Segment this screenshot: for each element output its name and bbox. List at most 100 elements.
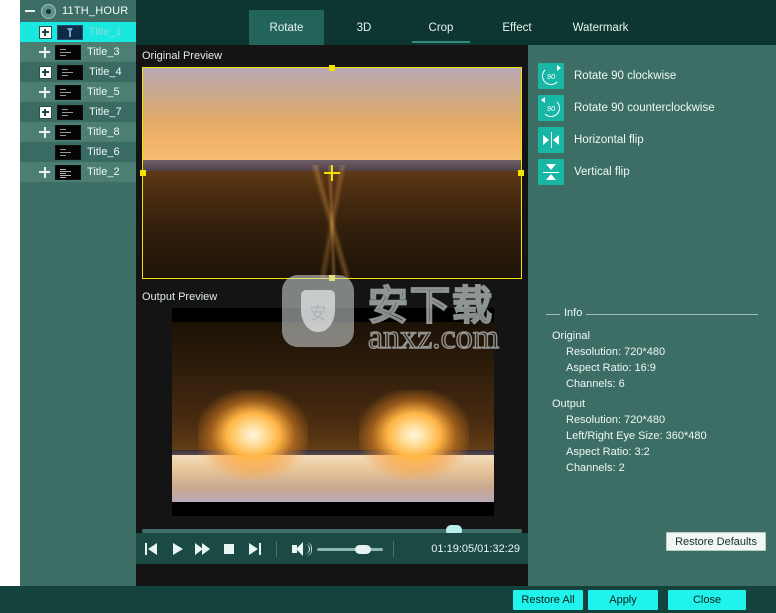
tree-item-title_1[interactable]: Title_1 [20, 22, 136, 42]
flip-axis [543, 171, 559, 173]
skip-next-icon [249, 542, 258, 555]
apply-button[interactable]: Apply [588, 590, 658, 610]
info-legend: Info [546, 307, 758, 322]
tab-crop[interactable]: Crop [400, 10, 482, 45]
rotate-action-rotate-90-counterclockwise[interactable]: 90 Rotate 90 counterclockwise [538, 95, 715, 121]
volume-track[interactable] [317, 547, 383, 551]
expand-plus-icon[interactable] [39, 126, 50, 138]
expander-placeholder [39, 147, 50, 158]
rotate-action-label: Horizontal flip [574, 134, 644, 146]
stop-button[interactable] [218, 538, 240, 560]
rotate-action-rotate-90-clockwise[interactable]: 90 Rotate 90 clockwise [538, 63, 676, 89]
skip-previous-icon [145, 542, 147, 555]
info-item: Channels: 2 [566, 462, 625, 474]
rotate-options-panel: Info Original Resolution: 720*480 Aspect R… [528, 45, 776, 586]
original-preview-area[interactable] [136, 65, 528, 281]
close-button[interactable]: Close [668, 590, 746, 610]
tree-item-title_4[interactable]: Title_4 [20, 62, 136, 82]
tree-item-label: Title_1 [89, 26, 122, 38]
expand-plus-icon[interactable] [39, 65, 52, 79]
tree-item-title_8[interactable]: Title_8 [20, 122, 136, 142]
transport-divider-2 [393, 540, 394, 557]
thumb-text-line [60, 134, 66, 136]
previous-frame-button[interactable] [140, 538, 162, 560]
expand-plus-icon[interactable] [39, 86, 50, 98]
thumb-text-line [60, 48, 66, 50]
info-item: Resolution: 720*480 [566, 414, 666, 426]
play-icon [173, 542, 183, 555]
tab-rotate[interactable]: Rotate [249, 10, 324, 45]
volume-thumb[interactable] [354, 544, 371, 554]
tree-item-label: Title_3 [87, 46, 120, 58]
tree-item-title_3[interactable]: Title_3 [20, 42, 136, 62]
volume-slider[interactable] [317, 544, 383, 554]
tree-item-label: Title_5 [87, 86, 120, 98]
thumb-text-line [60, 151, 71, 153]
rotate-action-horizontal-flip[interactable]: Horizontal flip [538, 127, 644, 153]
rotate-cw-90-icon[interactable]: 90 [538, 63, 564, 89]
restore-all-button[interactable]: Restore All [513, 590, 583, 610]
info-box: Info Original Resolution: 720*480 Aspect R… [546, 307, 758, 478]
info-item: Channels: 6 [566, 378, 625, 390]
thumb-text-line [60, 172, 66, 174]
restore-defaults-button[interactable]: Restore Defaults [666, 532, 766, 551]
tree-root-label: 11TH_HOUR [62, 5, 129, 17]
tab-watermark[interactable]: Watermark [553, 10, 648, 45]
tab-effect[interactable]: Effect [481, 10, 553, 45]
flip-right-triangle [553, 135, 559, 145]
volume-button[interactable] [291, 540, 312, 558]
tree-item-title_5[interactable]: Title_5 [20, 82, 136, 102]
rotate-action-label: Vertical flip [574, 166, 630, 178]
tab-3d[interactable]: 3D [331, 10, 397, 45]
info-group-original: Original Resolution: 720*480 Aspect Ratio:… [546, 330, 758, 390]
thumb-text-line [60, 168, 66, 170]
output-preview-area [136, 308, 528, 516]
next-frame-button[interactable] [244, 538, 266, 560]
thumbnail-title_7 [57, 104, 83, 120]
info-group-output: Output Resolution: 720*480 Left/Right Eye … [546, 398, 758, 474]
right-eye-view [333, 322, 494, 502]
play-button[interactable] [166, 538, 188, 560]
left-eye-glow [197, 390, 308, 481]
thumb-text-line [62, 111, 73, 113]
rotate-action-label: Rotate 90 counterclockwise [574, 102, 715, 114]
thumbnail-title_3 [55, 44, 81, 60]
thumbnail-title_5 [55, 84, 81, 100]
thumb-text-line [60, 128, 66, 130]
tree-item-label: Title_7 [89, 106, 122, 118]
expand-plus-icon[interactable] [39, 46, 50, 58]
horizontal-flip-icon[interactable] [538, 127, 564, 153]
skip-next-bar [259, 542, 261, 555]
title-tree[interactable]: 11TH_HOUR Title_1 Title_3 Title_4 Title_5 Ti… [20, 0, 136, 182]
expand-plus-icon[interactable] [39, 105, 52, 119]
thumb-text-line [60, 148, 66, 150]
rotate-action-vertical-flip[interactable]: Vertical flip [538, 159, 630, 185]
skip-previous-triangle [148, 542, 157, 555]
disc-icon [41, 3, 56, 19]
thumb-text-line [60, 51, 71, 53]
fast-forward-button[interactable] [192, 538, 214, 560]
thumb-text-line [60, 170, 71, 172]
vertical-flip-icon[interactable] [538, 159, 564, 185]
collapse-toggle-icon[interactable] [24, 5, 36, 17]
info-groups: Original Resolution: 720*480 Aspect Ratio:… [546, 330, 758, 474]
tree-item-title_6[interactable]: Title_6 [20, 142, 136, 162]
tree-item-title_7[interactable]: Title_7 [20, 102, 136, 122]
tree-item-title_2[interactable]: Title_2 [20, 162, 136, 182]
tree-item-label: Title_8 [87, 126, 120, 138]
tree-root-node[interactable]: 11TH_HOUR [20, 0, 136, 22]
tree-item-label: Title_2 [87, 166, 120, 178]
playback-time: 01:19:05/01:32:29 [431, 542, 520, 555]
rotate-ccw-90-icon[interactable]: 90 [538, 95, 564, 121]
flip-axis [550, 132, 552, 148]
expand-plus-icon[interactable] [39, 166, 50, 178]
expand-plus-icon[interactable] [39, 25, 52, 39]
info-item: Aspect Ratio: 16:9 [566, 362, 656, 374]
thumbnail-title_8 [55, 124, 81, 140]
right-eye-glow [358, 390, 469, 481]
thumb-text-line [62, 68, 68, 70]
thumb-text-line [60, 179, 71, 180]
original-preview-caption: Original Preview [136, 45, 528, 67]
thumbnail-title_1 [57, 24, 83, 40]
rotate-action-label: Rotate 90 clockwise [574, 70, 677, 82]
